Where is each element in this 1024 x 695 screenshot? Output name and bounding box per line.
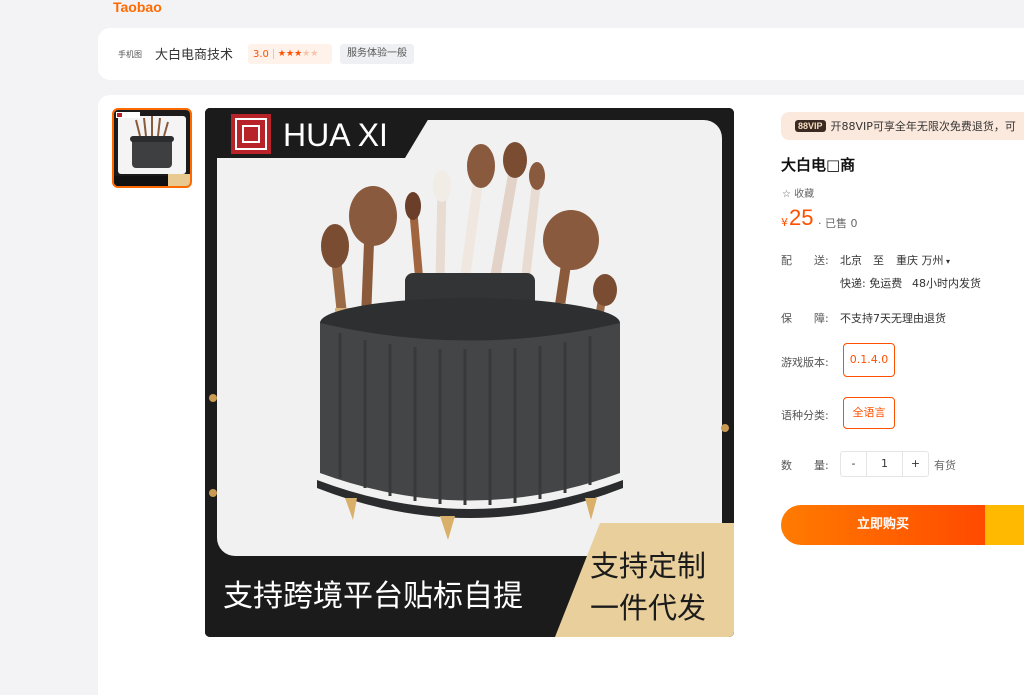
gallery-thumbnail[interactable] bbox=[112, 108, 192, 188]
main-product-image[interactable]: HUA XI 支持跨境平台贴标自提 支持定制 一件代发 bbox=[205, 108, 734, 637]
delivery-to-word: 至 bbox=[873, 254, 884, 267]
buy-now-button[interactable]: 立即购买 bbox=[781, 505, 985, 545]
image-banner-left: 支持跨境平台贴标自提 bbox=[223, 579, 523, 614]
guarantee-value: 不支持7天无理由退货 bbox=[840, 312, 946, 325]
image-banner-right-1: 支持定制 bbox=[590, 549, 706, 583]
taobao-logo[interactable]: Taobao bbox=[113, 0, 162, 14]
shop-header: 手机图 大白电商技术 3.0 ★★★★★ 服务体验一般 bbox=[98, 28, 1024, 80]
destination-text: 重庆 万州 bbox=[896, 254, 944, 267]
delivery-destination[interactable]: 重庆 万州 ▾ bbox=[896, 252, 950, 268]
star-icon: ★ bbox=[310, 49, 319, 59]
quantity-minus-button[interactable]: - bbox=[841, 452, 866, 476]
delivery-label: 配 送: bbox=[781, 254, 829, 267]
dispatch-time: 48小时内发货 bbox=[912, 277, 981, 290]
vip-badge: 88VIP bbox=[795, 120, 826, 132]
stock-status: 有货 bbox=[934, 459, 956, 472]
language-option[interactable]: 全语言 bbox=[843, 397, 895, 429]
service-badge: 服务体验一般 bbox=[340, 44, 414, 64]
star-icon: ★ bbox=[294, 49, 303, 59]
shop-rating-badge: 3.0 ★★★★★ bbox=[248, 44, 332, 64]
star-icon: ★ bbox=[302, 49, 311, 59]
price-currency: ¥ bbox=[781, 216, 788, 229]
product-title: 大白电□商 bbox=[781, 156, 856, 174]
rating-stars: ★★★★★ bbox=[278, 49, 318, 59]
shop-type-label: 手机图 bbox=[118, 50, 142, 59]
version-option[interactable]: 0.1.4.0 bbox=[843, 343, 895, 377]
price-value: 25 bbox=[789, 205, 814, 230]
quantity-plus-button[interactable]: + bbox=[903, 452, 928, 476]
version-label: 游戏版本: bbox=[781, 356, 829, 369]
rating-divider bbox=[272, 49, 274, 59]
delivery-from: 北京 bbox=[840, 254, 862, 267]
sold-count: · 已售 0 bbox=[818, 217, 858, 230]
language-label: 语种分类: bbox=[781, 409, 829, 422]
quantity-stepper: - 1 + bbox=[840, 451, 929, 477]
star-icon: ★ bbox=[277, 49, 286, 59]
shipping-fee: 快递: 免运费 bbox=[840, 277, 903, 290]
shop-name[interactable]: 大白电商技术 bbox=[155, 44, 233, 63]
image-banner-right-2: 一件代发 bbox=[590, 591, 706, 625]
shop-rating-value: 3.0 bbox=[253, 48, 269, 60]
quantity-input[interactable]: 1 bbox=[866, 452, 903, 476]
vip-text: 开88VIP可享全年无限次免费退货，可 bbox=[830, 120, 1016, 133]
quantity-label: 数 量: bbox=[781, 459, 829, 472]
star-icon: ★ bbox=[285, 49, 295, 59]
vip-banner[interactable]: 88VIP 开88VIP可享全年无限次免费退货，可 bbox=[781, 112, 1024, 140]
guarantee-label: 保 障: bbox=[781, 312, 829, 325]
chevron-down-icon: ▾ bbox=[943, 257, 951, 266]
favorite-label: 收藏 bbox=[794, 189, 815, 200]
favorite-button[interactable]: ☆ 收藏 bbox=[782, 185, 814, 200]
image-brand-text: HUA XI bbox=[283, 117, 388, 153]
star-outline-icon: ☆ bbox=[782, 189, 791, 200]
add-to-cart-button[interactable] bbox=[985, 505, 1024, 545]
